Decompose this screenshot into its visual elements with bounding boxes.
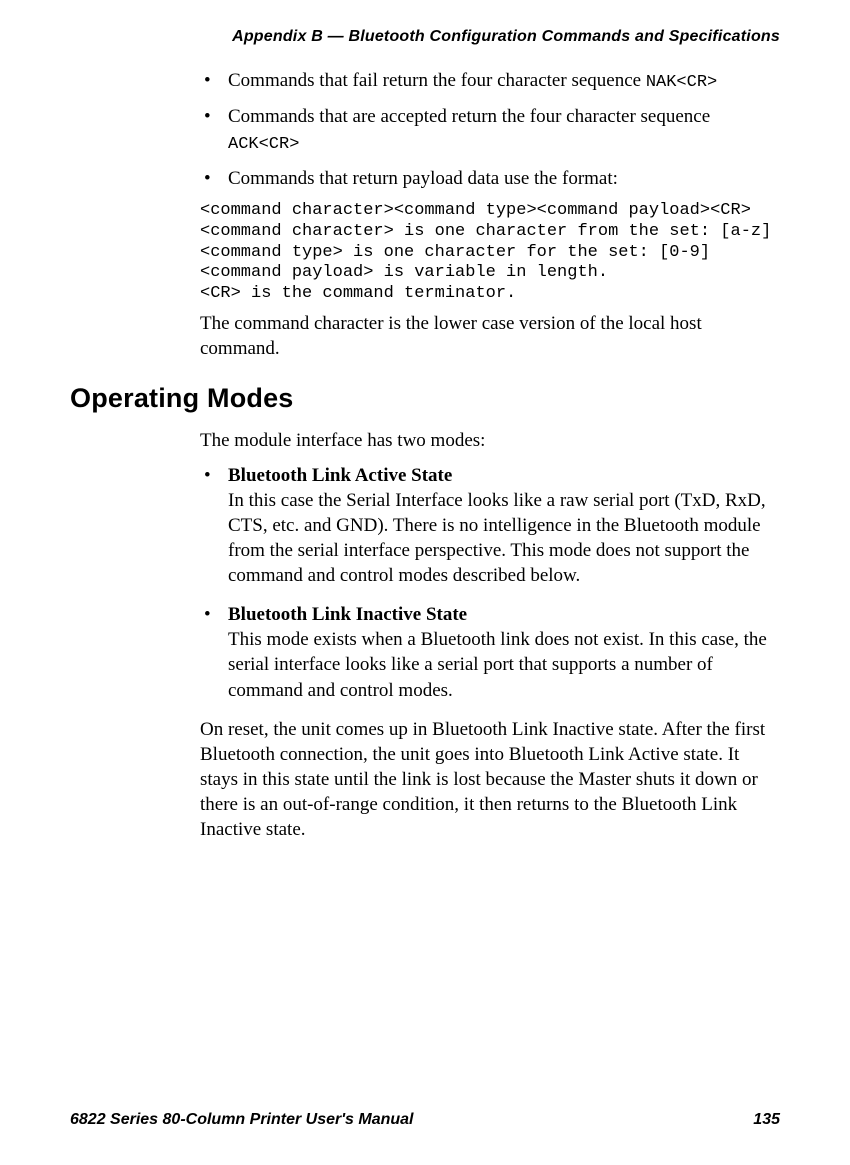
paragraph: The command character is the lower case … bbox=[200, 311, 780, 361]
mode-body: This mode exists when a Bluetooth link d… bbox=[228, 629, 767, 700]
running-head: Appendix B — Bluetooth Configuration Com… bbox=[70, 28, 780, 46]
page: Appendix B — Bluetooth Configuration Com… bbox=[0, 0, 850, 1165]
list-item: Commands that are accepted return the fo… bbox=[200, 104, 780, 156]
bullet-text: Commands that return payload data use th… bbox=[228, 168, 618, 189]
top-bullet-list: Commands that fail return the four chara… bbox=[200, 68, 780, 191]
mode-body: In this case the Serial Interface looks … bbox=[228, 490, 766, 586]
paragraph: On reset, the unit comes up in Bluetooth… bbox=[200, 717, 780, 842]
list-item: Commands that fail return the four chara… bbox=[200, 68, 780, 94]
list-item: Commands that return payload data use th… bbox=[200, 166, 780, 191]
page-number: 135 bbox=[753, 1111, 780, 1129]
inline-code: NAK<CR> bbox=[646, 73, 717, 92]
mode-title: Bluetooth Link Inactive State bbox=[228, 604, 467, 625]
modes-list: Bluetooth Link Active State In this case… bbox=[200, 463, 780, 703]
paragraph: The module interface has two modes: bbox=[200, 428, 780, 453]
list-item: Bluetooth Link Active State In this case… bbox=[200, 463, 780, 588]
mode-title: Bluetooth Link Active State bbox=[228, 465, 452, 486]
bullet-text: Commands that fail return the four chara… bbox=[228, 70, 646, 91]
page-footer: 6822 Series 80-Column Printer User's Man… bbox=[70, 1111, 780, 1129]
body-column: The module interface has two modes: Blue… bbox=[200, 428, 780, 842]
inline-code: ACK<CR> bbox=[228, 135, 299, 154]
code-block: <command character><command type><comman… bbox=[200, 201, 780, 305]
footer-title: 6822 Series 80-Column Printer User's Man… bbox=[70, 1111, 414, 1129]
section-heading-operating-modes: Operating Modes bbox=[70, 383, 780, 414]
body-column: Commands that fail return the four chara… bbox=[200, 68, 780, 361]
list-item: Bluetooth Link Inactive State This mode … bbox=[200, 602, 780, 702]
bullet-text: Commands that are accepted return the fo… bbox=[228, 106, 710, 127]
